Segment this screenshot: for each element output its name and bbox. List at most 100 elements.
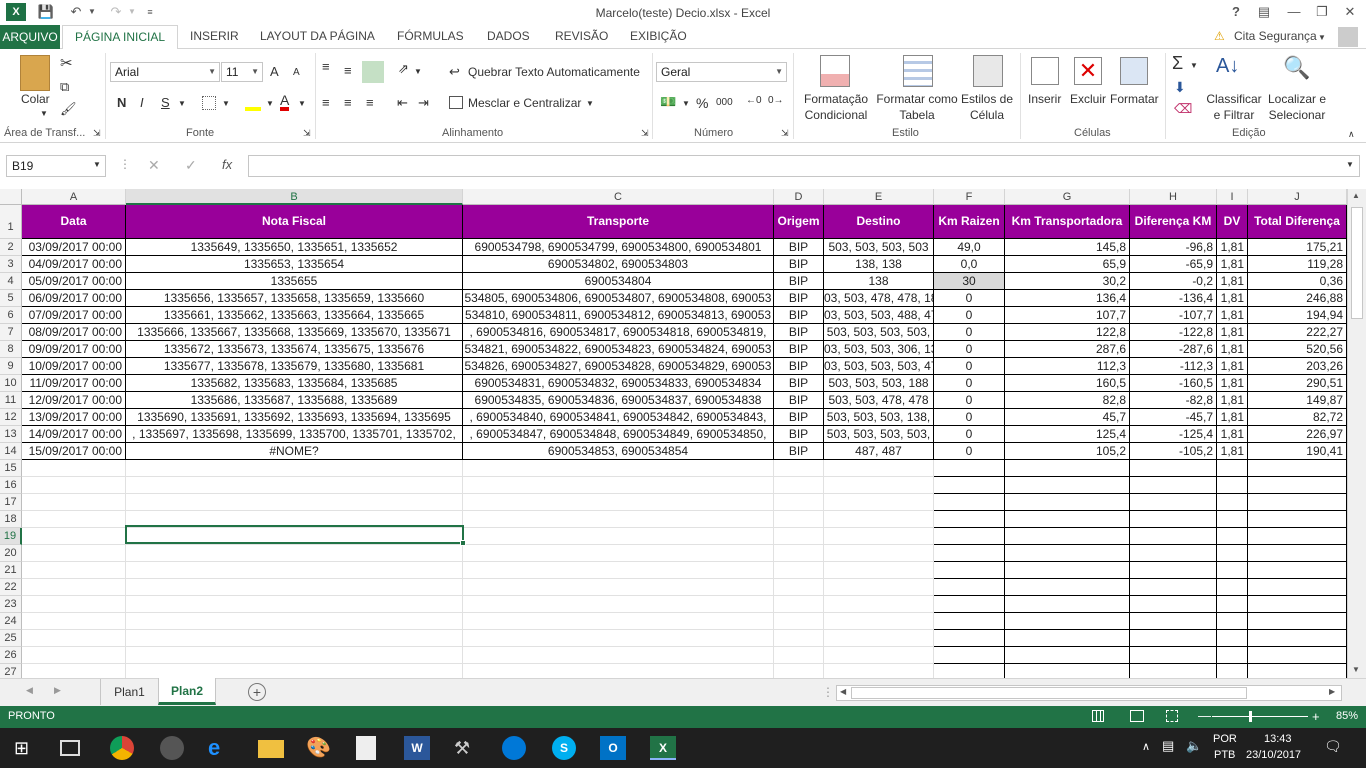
table-cell[interactable]: 1,81 — [1217, 392, 1248, 409]
table-cell[interactable]: 290,51 — [1248, 375, 1347, 392]
header-cell[interactable]: Transporte — [463, 205, 774, 239]
empty-cell[interactable] — [774, 579, 824, 596]
table-cell[interactable]: -122,8 — [1130, 324, 1217, 341]
table-cell[interactable]: 1335661, 1335662, 1335663, 1335664, 1335… — [126, 307, 463, 324]
empty-cell[interactable] — [1005, 494, 1130, 511]
underline-button[interactable]: S — [161, 95, 170, 110]
empty-cell[interactable] — [22, 494, 126, 511]
tab-pagina-inicial[interactable]: PÁGINA INICIAL — [62, 25, 179, 50]
empty-cell[interactable] — [934, 545, 1005, 562]
file-explorer-icon[interactable] — [258, 740, 284, 758]
empty-cell[interactable] — [824, 511, 934, 528]
empty-cell[interactable] — [463, 460, 774, 477]
empty-cell[interactable] — [1005, 613, 1130, 630]
empty-cell[interactable] — [1130, 511, 1217, 528]
close-icon[interactable]: ✕ — [1336, 2, 1364, 22]
table-cell[interactable]: #NOME? — [126, 443, 463, 460]
cancel-icon[interactable]: ✕ — [148, 157, 160, 174]
collapse-ribbon-icon[interactable]: ∧ — [1348, 129, 1355, 140]
column-header-a[interactable]: A — [22, 189, 126, 205]
empty-cell[interactable] — [22, 664, 126, 678]
header-cell[interactable]: Km Transportadora — [1005, 205, 1130, 239]
table-cell[interactable]: 175,21 — [1248, 239, 1347, 256]
orientation-icon[interactable]: ⇗ — [398, 61, 409, 77]
cell-styles-button[interactable]: Estilos de Célula — [960, 91, 1014, 123]
empty-cell[interactable] — [824, 613, 934, 630]
table-cell[interactable]: 05/09/2017 00:00 — [22, 273, 126, 290]
table-cell[interactable]: 1335656, 1335657, 1335658, 1335659, 1335… — [126, 290, 463, 307]
empty-cell[interactable] — [1130, 545, 1217, 562]
empty-cell[interactable] — [1217, 562, 1248, 579]
empty-cell[interactable] — [1130, 664, 1217, 678]
empty-cell[interactable] — [126, 494, 463, 511]
row-header-4[interactable]: 4 — [0, 273, 22, 290]
empty-cell[interactable] — [463, 528, 774, 545]
find-select-button[interactable]: Localizar e Selecionar — [1264, 91, 1330, 123]
empty-cell[interactable] — [774, 647, 824, 664]
table-cell[interactable]: 1335653, 1335654 — [126, 256, 463, 273]
insert-function-icon[interactable]: fx — [222, 157, 232, 172]
empty-cell[interactable] — [126, 460, 463, 477]
row-header-21[interactable]: 21 — [0, 562, 22, 579]
empty-cell[interactable] — [934, 477, 1005, 494]
empty-cell[interactable] — [1005, 647, 1130, 664]
minimize-icon[interactable]: — — [1280, 2, 1308, 22]
empty-cell[interactable] — [1005, 528, 1130, 545]
empty-cell[interactable] — [1248, 477, 1347, 494]
empty-cell[interactable] — [22, 528, 126, 545]
empty-cell[interactable] — [1217, 528, 1248, 545]
empty-cell[interactable] — [463, 579, 774, 596]
table-cell[interactable]: 14/09/2017 00:00 — [22, 426, 126, 443]
zoom-level[interactable]: 85% — [1336, 710, 1358, 722]
column-header-g[interactable]: G — [1005, 189, 1130, 205]
paste-dropdown-icon[interactable]: ▼ — [40, 109, 48, 118]
table-cell[interactable]: 1,81 — [1217, 341, 1248, 358]
page-break-view-icon[interactable] — [1166, 710, 1178, 722]
header-cell[interactable]: Destino — [824, 205, 934, 239]
empty-cell[interactable] — [22, 460, 126, 477]
scroll-left-icon[interactable]: ◀ — [840, 687, 846, 696]
paste-button[interactable]: Colar — [21, 92, 50, 106]
table-cell[interactable]: 138, 138 — [824, 256, 934, 273]
prev-sheet-icon[interactable]: ◀ — [26, 685, 33, 696]
table-cell[interactable]: 1,81 — [1217, 290, 1248, 307]
table-cell[interactable]: 1,81 — [1217, 409, 1248, 426]
empty-cell[interactable] — [1217, 545, 1248, 562]
account-name[interactable]: Cita Segurança — [1234, 29, 1317, 43]
conditional-format-button[interactable]: Formatação Condicional — [798, 91, 874, 123]
empty-cell[interactable] — [774, 664, 824, 678]
empty-cell[interactable] — [1248, 613, 1347, 630]
column-header-b[interactable]: B — [126, 189, 463, 205]
table-cell[interactable]: 0 — [934, 443, 1005, 460]
header-cell[interactable]: Km Raizen — [934, 205, 1005, 239]
excel-taskbar-icon[interactable]: X — [650, 736, 676, 760]
empty-cell[interactable] — [126, 562, 463, 579]
percent-button[interactable]: % — [696, 95, 708, 111]
row-header-10[interactable]: 10 — [0, 375, 22, 392]
empty-cell[interactable] — [1130, 477, 1217, 494]
table-cell[interactable]: 534810, 6900534811, 6900534812, 69005348… — [463, 307, 774, 324]
table-cell[interactable]: 6900534831, 6900534832, 6900534833, 6900… — [463, 375, 774, 392]
empty-cell[interactable] — [934, 630, 1005, 647]
table-cell[interactable]: 107,7 — [1005, 307, 1130, 324]
header-cell[interactable]: Total Diferença — [1248, 205, 1347, 239]
empty-cell[interactable] — [824, 562, 934, 579]
table-cell[interactable]: 1,81 — [1217, 239, 1248, 256]
table-cell[interactable]: BIP — [774, 375, 824, 392]
table-cell[interactable]: 226,97 — [1248, 426, 1347, 443]
table-cell[interactable]: 1,81 — [1217, 426, 1248, 443]
row-header-20[interactable]: 20 — [0, 545, 22, 562]
tab-formulas[interactable]: FÓRMULAS — [397, 29, 464, 43]
empty-cell[interactable] — [22, 562, 126, 579]
column-header-e[interactable]: E — [824, 189, 934, 205]
table-cell[interactable]: BIP — [774, 426, 824, 443]
empty-cell[interactable] — [126, 596, 463, 613]
empty-cell[interactable] — [824, 477, 934, 494]
empty-cell[interactable] — [1130, 596, 1217, 613]
media-icon[interactable] — [502, 736, 526, 760]
row-header-27[interactable]: 27 — [0, 664, 22, 678]
table-cell[interactable]: BIP — [774, 290, 824, 307]
header-cell[interactable]: Nota Fiscal — [126, 205, 463, 239]
column-header-f[interactable]: F — [934, 189, 1005, 205]
empty-cell[interactable] — [1217, 511, 1248, 528]
